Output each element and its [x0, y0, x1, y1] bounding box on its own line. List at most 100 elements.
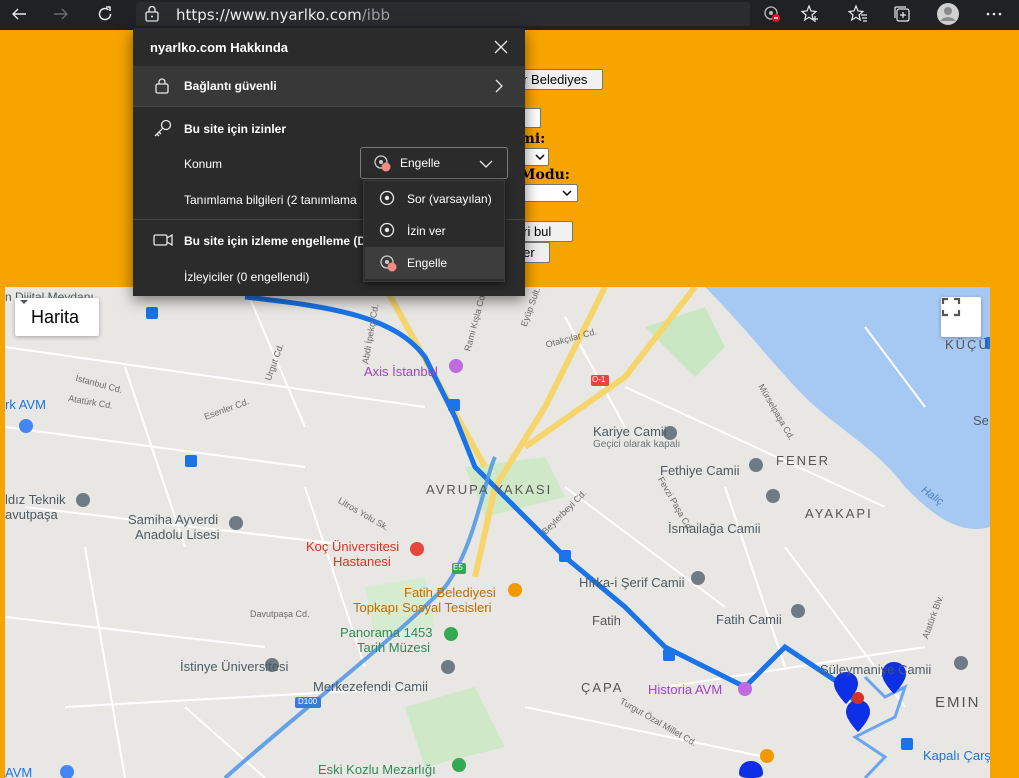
map-marker[interactable]	[846, 700, 870, 732]
map-label: Süleymaniye Camii	[820, 662, 932, 677]
lock-icon	[155, 78, 169, 94]
metro-icon	[448, 399, 460, 411]
cemetery-poi-icon[interactable]	[452, 758, 466, 772]
select-2[interactable]	[522, 184, 578, 202]
map-label: Fethiye Camii	[660, 463, 740, 478]
dropdown-option-ask[interactable]: Sor (varsayılan)	[365, 183, 505, 215]
map-type-button[interactable]: Harita	[15, 298, 99, 336]
site-info-popup: nyarlko.com Hakkında Bağlantı güvenli Bu…	[133, 28, 525, 296]
location-dropdown-menu: Sor (varsayılan) İzin ver Engelle	[363, 180, 505, 282]
mosque-poi-icon[interactable]	[441, 660, 455, 674]
restaurant-poi-icon[interactable]	[508, 583, 522, 597]
map-marker[interactable]	[739, 761, 763, 778]
fullscreen-button[interactable]	[941, 297, 981, 337]
fullscreen-icon	[941, 297, 961, 317]
dropdown-option-label: İzin ver	[407, 224, 446, 238]
map-label: Historia AVM	[648, 682, 723, 697]
refresh-icon	[98, 6, 112, 21]
map-label: AYAKAPI	[805, 506, 873, 521]
location-blocked-icon	[764, 6, 780, 22]
route-local	[852, 675, 908, 778]
map-label: KÜÇÜ	[945, 337, 990, 352]
back-icon	[12, 8, 26, 20]
chevron-down-icon	[479, 160, 493, 168]
church-poi-icon[interactable]	[749, 458, 763, 472]
settings-more-button[interactable]	[979, 2, 1009, 26]
map-label: Geçici olarak kapalı	[593, 439, 681, 450]
dropdown-option-label: Sor (varsayılan)	[407, 192, 492, 206]
map-label: FENER	[776, 453, 831, 468]
mosque-poi-icon[interactable]	[766, 489, 780, 503]
popup-title: nyarlko.com Hakkında	[150, 40, 288, 55]
map-label: ÇAPA	[581, 680, 624, 695]
profile-button[interactable]	[933, 2, 963, 26]
close-button[interactable]	[491, 37, 511, 57]
shopping-poi-icon[interactable]	[60, 765, 74, 778]
museum-poi-icon[interactable]	[444, 627, 458, 641]
cookies-label[interactable]: Tanımlama bilgileri (2 tanımlama	[184, 193, 357, 207]
favorites-icon	[848, 4, 867, 22]
trackers-label[interactable]: İzleyiciler (0 engellendi)	[184, 270, 309, 284]
address-bar[interactable]: https://www.nyarlko.com/ibb	[136, 2, 750, 26]
metro-icon	[185, 455, 197, 467]
map-label: Panorama 1453	[340, 625, 433, 640]
chevron-right-icon	[495, 79, 503, 93]
site-info-button[interactable]	[144, 5, 164, 23]
shopping-poi-icon[interactable]	[738, 682, 752, 696]
map-label: AVRUPA YAKASI	[426, 482, 553, 497]
forward-button[interactable]	[44, 0, 78, 28]
profile-icon	[937, 3, 959, 25]
map-label: Hastanesi	[333, 554, 391, 569]
connection-label: Bağlantı güvenli	[184, 79, 277, 93]
collections-button[interactable]	[887, 2, 917, 26]
map-label: Se	[973, 413, 989, 428]
metro-icon	[663, 649, 675, 661]
dropdown-option-block[interactable]: Engelle	[365, 247, 505, 279]
map-label: İstinye Üniversitesi	[180, 659, 289, 674]
add-favorite-button[interactable]	[795, 2, 825, 26]
browser-toolbar: https://www.nyarlko.com/ibb	[0, 0, 1019, 30]
restaurant-poi-icon[interactable]	[760, 749, 774, 763]
select-1[interactable]	[522, 148, 549, 166]
popup-header: nyarlko.com Hakkında	[133, 28, 525, 66]
map-label: Fatih	[592, 613, 621, 628]
map-label: Kariye Camii	[593, 424, 667, 439]
location-blocked-icon	[374, 155, 391, 172]
map-view[interactable]: Axis İstanbul Kariye Camii Geçici olarak…	[5, 287, 990, 778]
map-type-label: Harita	[31, 306, 80, 327]
map-label: rk AVM	[5, 397, 46, 412]
connection-secure-row[interactable]: Bağlantı güvenli	[133, 66, 525, 106]
more-icon	[986, 12, 1002, 16]
park-area	[405, 687, 505, 767]
back-button[interactable]	[2, 0, 36, 28]
mosque-poi-icon[interactable]	[954, 656, 968, 670]
park-area	[645, 307, 725, 377]
refresh-button[interactable]	[88, 0, 122, 28]
metro-icon	[901, 738, 913, 750]
hospital-poi-icon[interactable]	[410, 542, 424, 556]
mosque-poi-icon[interactable]	[691, 571, 705, 585]
map-label: Tarih Müzesi	[357, 640, 430, 655]
divider	[133, 106, 525, 107]
road-shield-label: O-1	[592, 375, 606, 384]
location-blocked-button[interactable]	[757, 2, 787, 26]
lock-icon	[145, 5, 159, 22]
metro-icon	[559, 550, 571, 562]
map-label: Fatih Belediyesi	[404, 585, 496, 600]
mosque-poi-icon[interactable]	[791, 604, 805, 618]
metro-icon	[146, 307, 158, 319]
favorites-button[interactable]	[843, 2, 873, 26]
form-label-2: Modu:	[520, 167, 570, 183]
shopping-poi-icon[interactable]	[449, 359, 463, 373]
location-permission-select[interactable]: Engelle	[360, 147, 508, 179]
map-label: avutpaşa	[5, 507, 58, 522]
shopping-poi-icon[interactable]	[19, 419, 33, 433]
road-shield-label: E5	[453, 563, 463, 572]
forward-icon	[54, 8, 68, 20]
dropdown-option-allow[interactable]: İzin ver	[365, 215, 505, 247]
school-poi-icon[interactable]	[229, 516, 243, 530]
tracking-heading: Bu site için izleme engelleme (De	[184, 234, 373, 248]
start-marker[interactable]	[852, 692, 864, 704]
map-label: Eski Kozlu Mezarlığı	[318, 762, 436, 777]
school-poi-icon[interactable]	[76, 493, 90, 507]
